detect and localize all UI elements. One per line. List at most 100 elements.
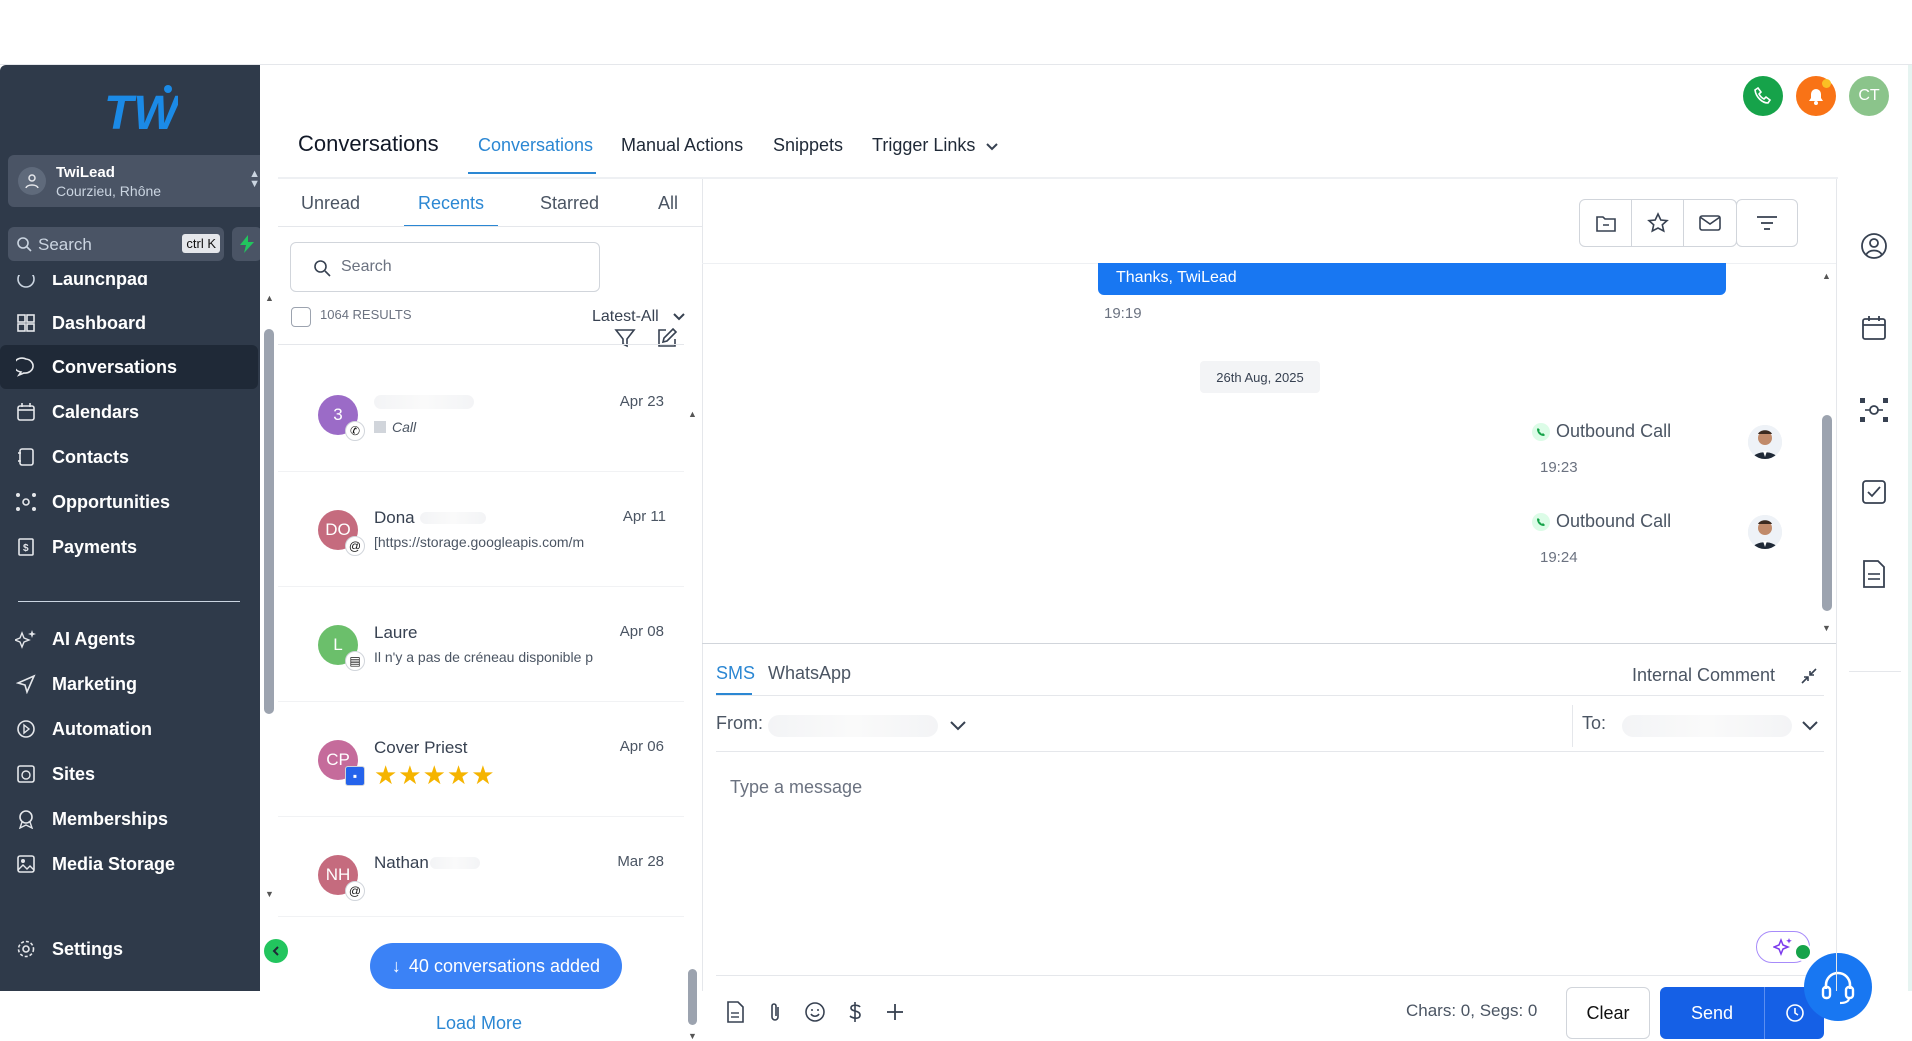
new-conversations-toast[interactable]: ↓ 40 conversations added — [370, 943, 622, 989]
sidebar-collapse-button[interactable] — [264, 939, 288, 963]
star-icon[interactable] — [1632, 200, 1684, 246]
composer-tab-whatsapp[interactable]: WhatsApp — [768, 663, 851, 684]
sidebar-item-conversations[interactable]: Conversations — [0, 345, 258, 389]
paperclip-icon[interactable] — [764, 1001, 786, 1023]
sidebar-item-payments[interactable]: $ Payments — [0, 525, 258, 569]
dollar-icon[interactable] — [844, 1001, 866, 1023]
page-title: Conversations — [298, 131, 439, 156]
outbound-call-item[interactable]: Outbound Call — [1532, 421, 1671, 442]
conversation-row[interactable]: L ▤ Laure Apr 08 Il n'y a pas de créneau… — [278, 587, 684, 702]
tab-snippets[interactable]: Snippets — [773, 135, 843, 156]
send-button[interactable]: Send — [1660, 987, 1764, 1039]
right-rail — [1836, 179, 1912, 991]
tasks-checkbox-icon[interactable] — [1859, 477, 1889, 507]
conversation-row[interactable]: CP ▪ Cover Priest Apr 06 ★★★★★ — [278, 702, 684, 817]
conversation-search[interactable]: Search — [290, 242, 600, 292]
arrow-down-icon: ↓ — [391, 955, 401, 976]
composer-tab-sms[interactable]: SMS — [716, 663, 755, 684]
sidebar-item-marketing[interactable]: Marketing — [0, 662, 258, 706]
phone-button[interactable] — [1743, 76, 1783, 116]
sort-dropdown[interactable]: Latest-All — [592, 308, 685, 326]
sidebar-scrollbar-thumb[interactable] — [264, 329, 274, 714]
conversation-date: Apr 08 — [619, 623, 664, 640]
compose-icon[interactable] — [656, 327, 678, 349]
message-input[interactable] — [716, 765, 1796, 875]
outbound-call-item[interactable]: Outbound Call — [1532, 511, 1671, 532]
from-number-select[interactable] — [768, 715, 938, 737]
folder-icon[interactable] — [1580, 200, 1632, 246]
sidebar-item-label: Sites — [52, 763, 96, 784]
sidebar-item-launchpad[interactable]: Launchpad — [0, 275, 258, 301]
redacted-name — [374, 395, 474, 409]
list-tab-unread[interactable]: Unread — [301, 193, 360, 214]
collapse-arrows-icon[interactable] — [1800, 667, 1818, 685]
scroll-down-arrow[interactable]: ▼ — [1822, 623, 1831, 633]
tab-manual-actions[interactable]: Manual Actions — [621, 135, 743, 156]
filter-lines-button[interactable] — [1736, 199, 1798, 247]
notifications-button[interactable] — [1796, 76, 1836, 116]
user-avatar[interactable]: CT — [1849, 76, 1889, 116]
sidebar-item-sites[interactable]: Sites — [0, 752, 258, 796]
sidebar-search[interactable]: Search ctrl K — [8, 227, 224, 261]
composer-divider — [702, 643, 1836, 644]
sidebar-item-ai-agents[interactable]: AI Agents — [0, 617, 258, 661]
list-tab-all[interactable]: All — [658, 193, 678, 214]
filter-icon[interactable] — [614, 327, 636, 349]
sidebar-item-media-storage[interactable]: Media Storage — [0, 842, 258, 886]
scroll-up-arrow[interactable]: ▲ — [265, 293, 274, 303]
header-divider — [278, 177, 1838, 179]
sidebar-item-memberships[interactable]: Memberships — [0, 797, 258, 841]
list-scrollbar-thumb[interactable] — [688, 969, 697, 1025]
to-number-select[interactable] — [1622, 715, 1792, 737]
chat-scrollbar[interactable]: ▲ ▼ — [1820, 271, 1834, 633]
quick-actions-button[interactable] — [232, 227, 260, 261]
opportunities-icon[interactable] — [1859, 395, 1889, 425]
agent-avatar — [1748, 425, 1782, 459]
conversation-row[interactable]: 3 ✆ Apr 23 Call — [278, 357, 684, 472]
contact-profile-icon[interactable] — [1859, 231, 1889, 261]
select-all-checkbox[interactable] — [291, 307, 311, 327]
plus-icon[interactable] — [884, 1001, 906, 1023]
sidebar-item-opportunities[interactable]: Opportunities — [0, 480, 258, 524]
phone-icon: ✆ — [345, 421, 365, 441]
chevron-down-icon[interactable] — [950, 721, 966, 731]
list-tab-recents[interactable]: Recents — [418, 193, 484, 214]
message-timestamp: 19:19 — [1104, 305, 1142, 322]
chevron-down-icon[interactable] — [1802, 721, 1818, 731]
date-divider: 26th Aug, 2025 — [1200, 361, 1320, 393]
sidebar-item-calendars[interactable]: Calendars — [0, 390, 258, 434]
notes-document-icon[interactable] — [1859, 559, 1889, 589]
call-label: Outbound Call — [1556, 421, 1672, 441]
sidebar-item-dashboard[interactable]: Dashboard — [0, 301, 258, 345]
scroll-up-arrow[interactable]: ▲ — [1822, 271, 1831, 281]
window-edge — [1908, 65, 1912, 991]
tab-conversations[interactable]: Conversations — [478, 135, 593, 156]
scroll-up-arrow[interactable]: ▲ — [688, 409, 697, 419]
internal-comment-toggle[interactable]: Internal Comment — [1632, 665, 1775, 686]
scroll-down-arrow[interactable]: ▼ — [265, 889, 274, 899]
call-log-icon — [374, 421, 386, 433]
list-tab-starred[interactable]: Starred — [540, 193, 599, 214]
conversation-row[interactable]: DO @ Dona Apr 11 [https://storage.google… — [278, 472, 684, 587]
document-icon[interactable] — [724, 1001, 746, 1023]
user-avatar-initials: CT — [1858, 87, 1880, 104]
mail-icon[interactable] — [1684, 200, 1736, 246]
call-timestamp: 19:23 — [1540, 459, 1578, 476]
conversation-preview: Il n'y a pas de créneau disponible p — [374, 649, 594, 665]
emoji-icon[interactable] — [804, 1001, 826, 1023]
account-switcher[interactable]: TwiLead Courzieu, Rhône ▲ ▼ — [8, 155, 260, 207]
list-scrollbar[interactable]: ▲ ▼ — [684, 409, 702, 1041]
sidebar-item-automation[interactable]: Automation — [0, 707, 258, 751]
scroll-down-arrow[interactable]: ▼ — [688, 1031, 697, 1041]
clear-button[interactable]: Clear — [1566, 987, 1650, 1039]
contacts-icon — [0, 447, 52, 467]
sidebar-scrollbar[interactable]: ▲ ▼ — [262, 293, 278, 899]
sidebar-item-settings[interactable]: Settings — [0, 927, 258, 971]
tab-trigger-links[interactable]: Trigger Links — [872, 135, 999, 156]
load-more-link[interactable]: Load More — [436, 1013, 522, 1034]
calendar-icon[interactable] — [1859, 313, 1889, 343]
chat-scrollbar-thumb[interactable] — [1822, 415, 1832, 611]
sidebar-item-contacts[interactable]: Contacts — [0, 435, 258, 479]
conversation-row[interactable]: NH @ Nathan Mar 28 — [278, 817, 684, 917]
conversation-date: Mar 28 — [617, 853, 664, 870]
